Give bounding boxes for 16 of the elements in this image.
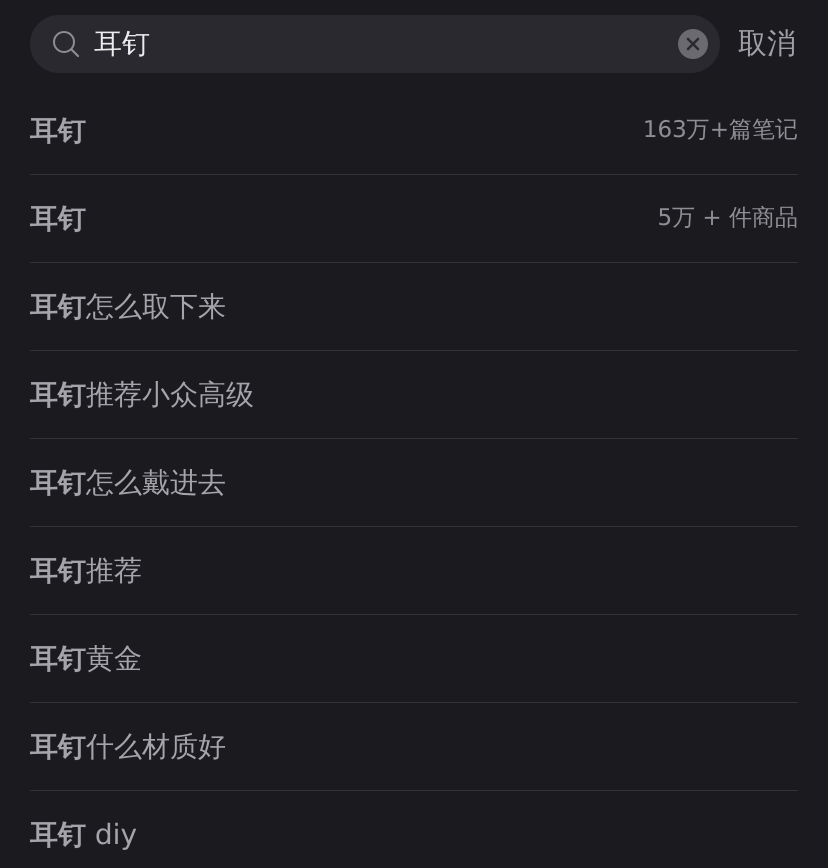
search-input[interactable]: 耳钉: [94, 23, 664, 65]
search-field[interactable]: 耳钉: [30, 15, 720, 73]
suggestion-item[interactable]: 耳钉怎么戴进去: [30, 462, 226, 504]
suggestion-item[interactable]: 耳钉: [30, 110, 86, 152]
search-icon: [52, 30, 80, 58]
suggestion-item[interactable]: 耳钉: [30, 198, 86, 240]
suggestion-item[interactable]: 耳钉 diy: [30, 814, 138, 856]
suggestion-item[interactable]: 耳钉推荐小众高级: [30, 374, 254, 416]
suggestion-item[interactable]: 耳钉怎么取下来: [30, 286, 226, 328]
suggestion-item[interactable]: 耳钉推荐: [30, 550, 142, 592]
result-count: 163万+篇笔记: [642, 116, 798, 146]
suggestion-item[interactable]: 耳钉什么材质好: [30, 726, 226, 768]
clear-icon[interactable]: [678, 29, 708, 59]
suggestion-item[interactable]: 耳钉黄金: [30, 638, 142, 680]
cancel-button[interactable]: 取消: [738, 22, 796, 66]
result-count: 5万 + 件商品: [657, 204, 798, 234]
